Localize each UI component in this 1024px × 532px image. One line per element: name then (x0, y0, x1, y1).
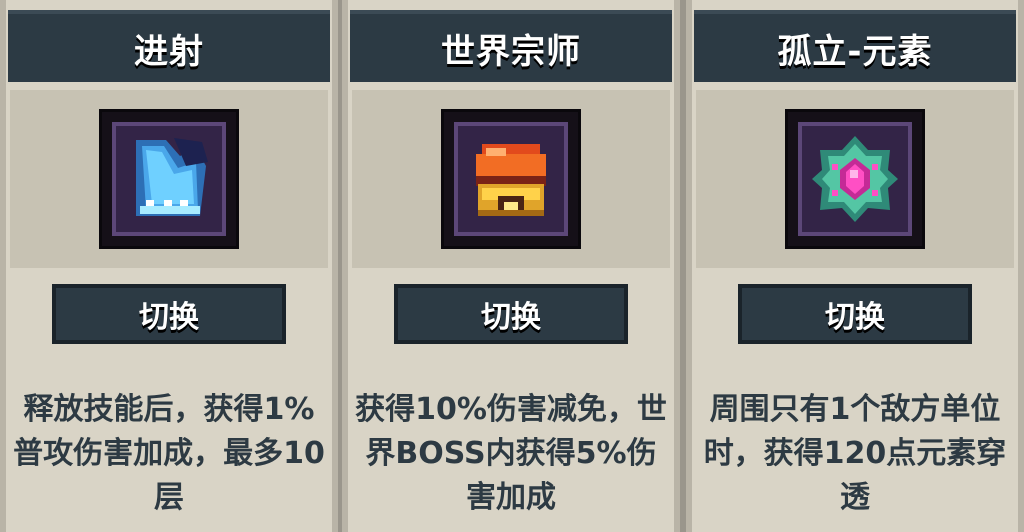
golden-helmet-icon (444, 112, 578, 246)
talent-card-3: 孤立-元素 切换 周围只有1个敌方单位时，获得120点元素穿透 (686, 0, 1024, 532)
pink-gem-icon (788, 112, 922, 246)
switch-button[interactable]: 切换 (52, 284, 286, 344)
switch-button[interactable]: 切换 (394, 284, 628, 344)
talent-card-1: 进射 切换 释放技能后，获得1%普攻伤害加成，最多10层 (0, 0, 338, 532)
talent-card-2: 世界宗师 切换 获得10%伤害减免，世界BOSS内获得5%伤害加成 (342, 0, 680, 532)
card-description: 获得10%伤害减免，世界BOSS内获得5%伤害加成 (355, 392, 667, 515)
card-title: 孤立-元素 (694, 10, 1016, 82)
icon-panel (352, 90, 670, 268)
icon-panel (10, 90, 328, 268)
card-description: 释放技能后，获得1%普攻伤害加成，最多10层 (13, 392, 325, 515)
card-description: 周围只有1个敌方单位时，获得120点元素穿透 (703, 392, 1007, 515)
switch-button[interactable]: 切换 (738, 284, 972, 344)
icon-panel (696, 90, 1014, 268)
card-title: 世界宗师 (350, 10, 672, 82)
ice-crystal-icon (102, 112, 236, 246)
card-title: 进射 (8, 10, 330, 82)
